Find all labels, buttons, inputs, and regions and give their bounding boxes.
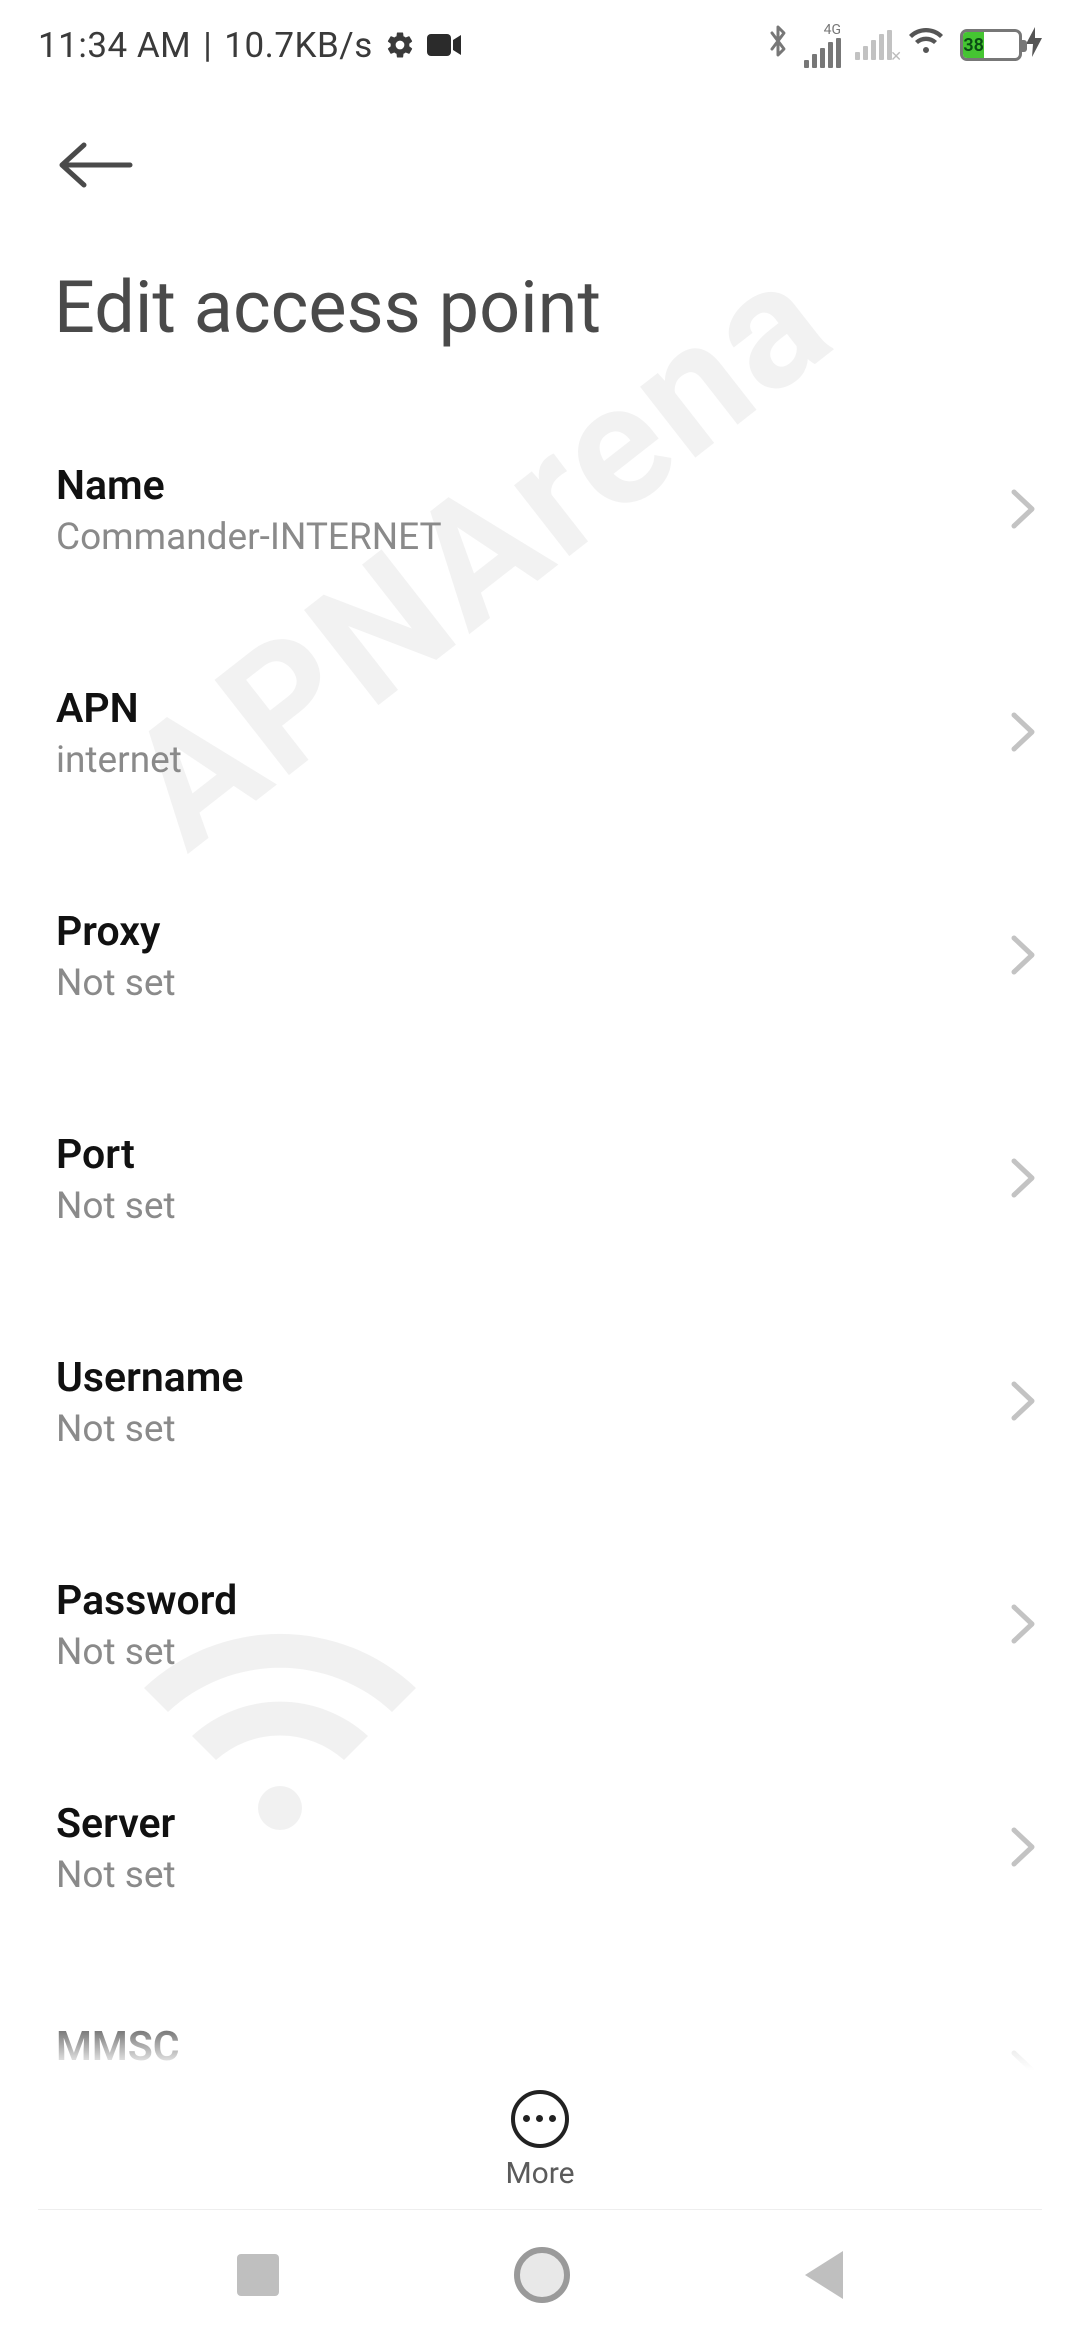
signal-2: ✕ [855,30,892,60]
bluetooth-icon [766,23,790,68]
chevron-right-icon [1010,1380,1036,1426]
system-nav-bar [0,2210,1080,2340]
battery-percent: 38 [960,35,987,56]
chevron-right-icon [1010,488,1036,534]
chevron-right-icon [1010,934,1036,980]
status-net-speed: 10.7KB/s [224,25,373,66]
settings-list: Name Commander-INTERNET APN internet Pro… [0,422,1080,2100]
arrow-left-icon [58,175,134,194]
status-bar: 11:34 AM | 10.7KB/s 4G ✕ 38 [0,0,1080,90]
back-button[interactable] [58,140,134,194]
row-label: Port [56,1131,1014,1179]
row-value: Not set [56,1631,1014,1674]
chevron-right-icon [1010,711,1036,757]
row-proxy[interactable]: Proxy Not set [0,868,1080,1045]
action-bar: More [0,2070,1080,2210]
no-sim-x-icon: ✕ [890,50,902,64]
row-value: Not set [56,962,1014,1005]
wifi-icon [906,25,946,66]
camera-icon [427,34,461,56]
nav-home-button[interactable] [514,2247,570,2303]
row-server[interactable]: Server Not set [0,1760,1080,1937]
row-value: internet [56,739,1014,782]
row-label: Name [56,462,1014,510]
row-value: Not set [56,1854,1014,1897]
chevron-right-icon [1010,1826,1036,1872]
chevron-right-icon [1010,1603,1036,1649]
row-value: Not set [56,1185,1014,1228]
row-username[interactable]: Username Not set [0,1314,1080,1491]
gear-icon [385,30,415,60]
row-port[interactable]: Port Not set [0,1091,1080,1268]
signal-1-label: 4G [824,23,841,37]
row-label: Username [56,1354,1014,1402]
status-left: 11:34 AM | 10.7KB/s [38,25,461,66]
nav-back-button[interactable] [805,2251,843,2299]
more-label: More [505,2156,574,2191]
more-icon [511,2090,569,2148]
row-label: Server [56,1800,1014,1848]
nav-recent-button[interactable] [237,2254,279,2296]
signal-1: 4G [804,23,841,68]
row-label: Password [56,1577,1014,1625]
row-name[interactable]: Name Commander-INTERNET [0,422,1080,599]
status-separator: | [203,25,212,66]
chevron-right-icon [1010,1157,1036,1203]
charging-bolt-icon [1026,25,1042,66]
battery-indicator: 38 [960,25,1042,66]
row-label: Proxy [56,908,1014,956]
row-value: Not set [56,1408,1014,1451]
row-value: Commander-INTERNET [56,516,1014,559]
row-label: APN [56,685,1014,733]
status-right: 4G ✕ 38 [766,23,1042,68]
row-apn[interactable]: APN internet [0,645,1080,822]
more-button[interactable]: More [505,2090,574,2191]
page-title: Edit access point [54,265,601,350]
row-password[interactable]: Password Not set [0,1537,1080,1714]
status-time: 11:34 AM [38,25,191,66]
